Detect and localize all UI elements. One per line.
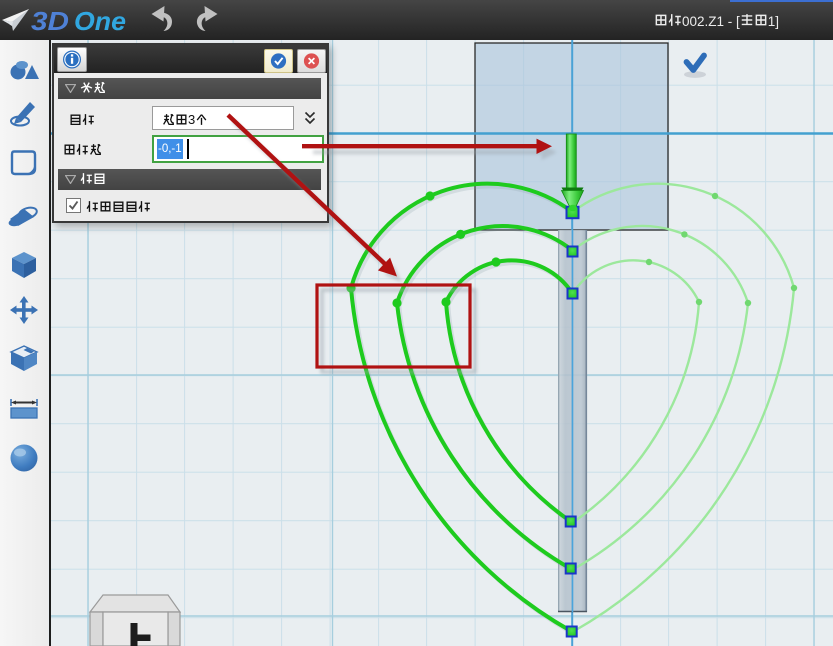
svg-text:3D: 3D: [31, 6, 69, 36]
svg-text:One: One: [74, 6, 126, 36]
